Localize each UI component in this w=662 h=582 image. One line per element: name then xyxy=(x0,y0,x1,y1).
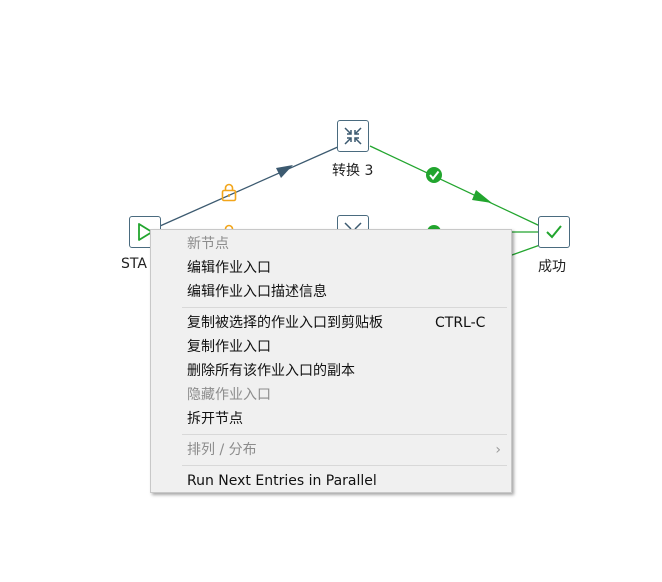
menu-item-duplicate-entry[interactable]: 复制作业入口 xyxy=(187,336,501,358)
hop-start-to-transform3[interactable] xyxy=(159,145,341,227)
shortcut-label: CTRL-C xyxy=(435,315,486,331)
menu-item-delete-all-copies[interactable]: 删除所有该作业入口的副本 xyxy=(187,360,501,382)
menu-separator xyxy=(182,465,507,466)
menu-separator xyxy=(182,434,507,435)
success-check-icon xyxy=(426,167,442,183)
success-node[interactable] xyxy=(538,216,570,248)
compress-arrows-icon xyxy=(344,127,362,145)
start-node-label: STA xyxy=(121,256,147,272)
menu-separator xyxy=(182,307,507,308)
transform3-node-label: 转换 3 xyxy=(332,163,374,179)
checkmark-icon xyxy=(546,225,562,239)
transform3-node[interactable] xyxy=(337,120,369,152)
menu-item-align-distribute: 排列 / 分布 › xyxy=(187,439,501,461)
menu-item-hide-entry: 隐藏作业入口 xyxy=(187,387,271,403)
menu-header-new-node: 新节点 xyxy=(187,236,229,252)
lock-icon xyxy=(221,183,237,202)
chevron-right-icon: › xyxy=(495,442,501,458)
context-menu: 新节点 编辑作业入口 编辑作业入口描述信息 复制被选择的作业入口到剪贴板 CTR… xyxy=(150,229,512,493)
menu-item-label: 复制被选择的作业入口到剪贴板 xyxy=(187,315,383,331)
menu-item-edit-description[interactable]: 编辑作业入口描述信息 xyxy=(187,281,501,303)
menu-item-detach-node[interactable]: 拆开节点 xyxy=(187,408,501,430)
menu-item-label: 排列 / 分布 xyxy=(187,442,257,458)
success-node-label: 成功 xyxy=(538,259,566,275)
menu-item-edit-entry[interactable]: 编辑作业入口 xyxy=(187,257,501,279)
menu-item-copy-to-clipboard[interactable]: 复制被选择的作业入口到剪贴板 CTRL-C xyxy=(187,312,501,334)
hop-transform3-to-success[interactable] xyxy=(369,145,541,227)
menu-item-run-parallel[interactable]: Run Next Entries in Parallel xyxy=(187,470,501,492)
